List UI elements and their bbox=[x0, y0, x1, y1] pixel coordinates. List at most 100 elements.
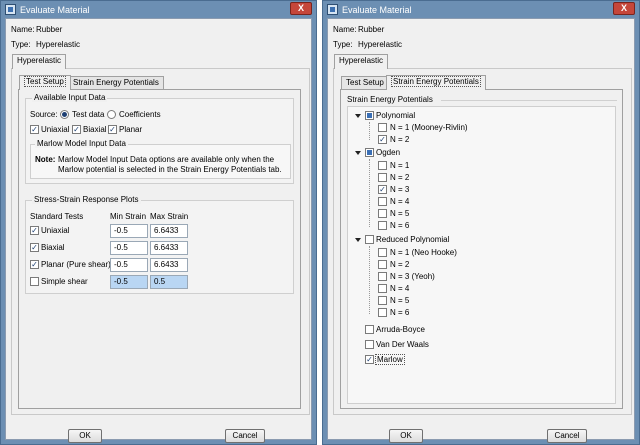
min-strain-uniaxial-field[interactable]: -0.5 bbox=[110, 224, 148, 238]
polynomial-label: Polynomial bbox=[376, 111, 416, 120]
header-max-strain: Max Strain bbox=[150, 212, 189, 221]
tab-test-setup[interactable]: Test Setup bbox=[341, 76, 389, 89]
reduced-n5-label: N = 5 bbox=[390, 296, 410, 305]
checkbox-reduced-n6[interactable] bbox=[378, 308, 387, 317]
potentials-section-title: Strain Energy Potentials bbox=[347, 95, 433, 104]
checkbox-marlow[interactable]: ✓ bbox=[365, 355, 374, 364]
polynomial-n1-label: N = 1 (Mooney-Rivlin) bbox=[390, 123, 468, 132]
checkbox-ogden-n6[interactable] bbox=[378, 221, 387, 230]
tab-test-setup-label: Test Setup bbox=[346, 78, 384, 87]
max-strain-biaxial-field[interactable]: 6.6433 bbox=[150, 241, 188, 255]
checkbox-ogden[interactable] bbox=[365, 148, 374, 157]
ok-button[interactable]: OK bbox=[389, 429, 423, 443]
note-text-line2: Marlow potential is selected in the Stra… bbox=[58, 165, 282, 174]
radio-coefficients-label: Coefficients bbox=[119, 110, 161, 119]
name-label: Name: bbox=[333, 25, 357, 34]
type-label: Type: bbox=[333, 40, 353, 49]
dialog-client: Name: Rubber Type: Hyperelastic Hyperela… bbox=[5, 18, 312, 443]
marlow-input-title: Marlow Model Input Data bbox=[35, 139, 128, 148]
response-plots-title: Stress-Strain Response Plots bbox=[32, 195, 141, 204]
checkbox-arruda-boyce[interactable] bbox=[365, 325, 374, 334]
close-button[interactable]: X bbox=[290, 2, 312, 15]
checkbox-planar-input[interactable]: ✓ bbox=[108, 125, 117, 134]
checkbox-biaxial-input[interactable]: ✓ bbox=[72, 125, 81, 134]
title-bar[interactable]: Evaluate Material X bbox=[1, 1, 316, 18]
app-icon bbox=[5, 4, 16, 15]
tab-strain-energy-potentials[interactable]: Strain Energy Potentials bbox=[68, 76, 164, 89]
min-strain-biaxial-field[interactable]: -0.5 bbox=[110, 241, 148, 255]
reduced-n2-label: N = 2 bbox=[390, 260, 410, 269]
dialog-client: Name: Rubber Type: Hyperelastic Hyperela… bbox=[327, 18, 635, 443]
checkbox-reduced-polynomial[interactable] bbox=[365, 235, 374, 244]
checkbox-polynomial-n1[interactable] bbox=[378, 123, 387, 132]
source-label: Source: bbox=[30, 110, 58, 119]
cancel-button[interactable]: Cancel bbox=[547, 429, 587, 443]
checkbox-reduced-n5[interactable] bbox=[378, 296, 387, 305]
window-title: Evaluate Material bbox=[20, 4, 90, 15]
close-button[interactable]: X bbox=[613, 2, 635, 15]
potentials-tree[interactable]: Polynomial N = 1 (Mooney-Rivlin) ✓ N = 2… bbox=[347, 106, 616, 404]
checkbox-ogden-n4[interactable] bbox=[378, 197, 387, 206]
checkbox-plot-planar[interactable]: ✓ bbox=[30, 260, 39, 269]
test-setup-pane: Available Input Data Source: Test data C… bbox=[18, 89, 301, 409]
ogden-expand-icon[interactable] bbox=[355, 151, 361, 155]
min-strain-simple-shear-field[interactable]: -0.5 bbox=[110, 275, 148, 289]
response-plots-group: Stress-Strain Response Plots Standard Te… bbox=[25, 195, 294, 294]
tree-branch-line bbox=[369, 246, 370, 314]
radio-test-data[interactable] bbox=[60, 110, 69, 119]
marlow-label: Marlow bbox=[375, 354, 405, 365]
note-label: Note: bbox=[35, 155, 56, 164]
checkbox-plot-uniaxial[interactable]: ✓ bbox=[30, 226, 39, 235]
checkbox-uniaxial-input[interactable]: ✓ bbox=[30, 125, 39, 134]
reduced-n3-label: N = 3 (Yeoh) bbox=[390, 272, 435, 281]
evaluate-material-window-test-setup: Evaluate Material X Name: Rubber Type: H… bbox=[0, 0, 317, 445]
checkbox-ogden-n5[interactable] bbox=[378, 209, 387, 218]
window-title: Evaluate Material bbox=[342, 4, 412, 15]
checkbox-ogden-n2[interactable] bbox=[378, 173, 387, 182]
checkbox-ogden-n3[interactable]: ✓ bbox=[378, 185, 387, 194]
tab-hyperelastic-label: Hyperelastic bbox=[339, 56, 384, 65]
checkbox-reduced-n1[interactable] bbox=[378, 248, 387, 257]
ogden-n1-label: N = 1 bbox=[390, 161, 410, 170]
header-min-strain: Min Strain bbox=[110, 212, 147, 221]
note-text-line1: Marlow Model Input Data options are avai… bbox=[58, 155, 275, 164]
checkbox-reduced-n2[interactable] bbox=[378, 260, 387, 269]
plot-planar-label: Planar (Pure shear) bbox=[41, 260, 111, 269]
evaluate-material-window-potentials: Evaluate Material X Name: Rubber Type: H… bbox=[322, 0, 640, 445]
arruda-boyce-label: Arruda-Boyce bbox=[376, 325, 425, 334]
max-strain-uniaxial-field[interactable]: 6.6433 bbox=[150, 224, 188, 238]
checkbox-van-der-waals[interactable] bbox=[365, 340, 374, 349]
type-value: Hyperelastic bbox=[358, 40, 403, 49]
checkbox-ogden-n1[interactable] bbox=[378, 161, 387, 170]
checkbox-polynomial-n2[interactable]: ✓ bbox=[378, 135, 387, 144]
reduced-polynomial-expand-icon[interactable] bbox=[355, 238, 361, 242]
tab-strain-energy-potentials[interactable]: Strain Energy Potentials bbox=[386, 75, 486, 90]
reduced-polynomial-label: Reduced Polynomial bbox=[376, 235, 450, 244]
reduced-n1-label: N = 1 (Neo Hooke) bbox=[390, 248, 457, 257]
tree-branch-line bbox=[369, 122, 370, 140]
max-strain-simple-shear-field[interactable]: 0.5 bbox=[150, 275, 188, 289]
checkbox-polynomial[interactable] bbox=[365, 111, 374, 120]
hyperelastic-frame: Test Setup Strain Energy Potentials Avai… bbox=[11, 68, 310, 415]
tab-hyperelastic[interactable]: Hyperelastic bbox=[334, 54, 389, 69]
ogden-label: Ogden bbox=[376, 148, 401, 157]
polynomial-expand-icon[interactable] bbox=[355, 114, 361, 118]
min-strain-planar-field[interactable]: -0.5 bbox=[110, 258, 148, 272]
max-strain-planar-field[interactable]: 6.6433 bbox=[150, 258, 188, 272]
available-input-title: Available Input Data bbox=[32, 93, 108, 102]
title-bar[interactable]: Evaluate Material X bbox=[323, 1, 639, 18]
ogden-n4-label: N = 4 bbox=[390, 197, 410, 206]
cancel-button[interactable]: Cancel bbox=[225, 429, 265, 443]
tab-hyperelastic[interactable]: Hyperelastic bbox=[12, 54, 67, 69]
ok-button[interactable]: OK bbox=[68, 429, 102, 443]
checkbox-reduced-n4[interactable] bbox=[378, 284, 387, 293]
radio-coefficients[interactable] bbox=[107, 110, 116, 119]
checkbox-plot-biaxial[interactable]: ✓ bbox=[30, 243, 39, 252]
marlow-input-group: Marlow Model Input Data Note: Marlow Mod… bbox=[30, 139, 291, 179]
tab-test-setup[interactable]: Test Setup bbox=[19, 75, 71, 90]
checkbox-plot-simple-shear[interactable] bbox=[30, 277, 39, 286]
available-input-group: Available Input Data Source: Test data C… bbox=[25, 93, 294, 184]
plot-uniaxial-label: Uniaxial bbox=[41, 226, 70, 235]
checkbox-reduced-n3[interactable] bbox=[378, 272, 387, 281]
tree-branch-line bbox=[369, 159, 370, 227]
